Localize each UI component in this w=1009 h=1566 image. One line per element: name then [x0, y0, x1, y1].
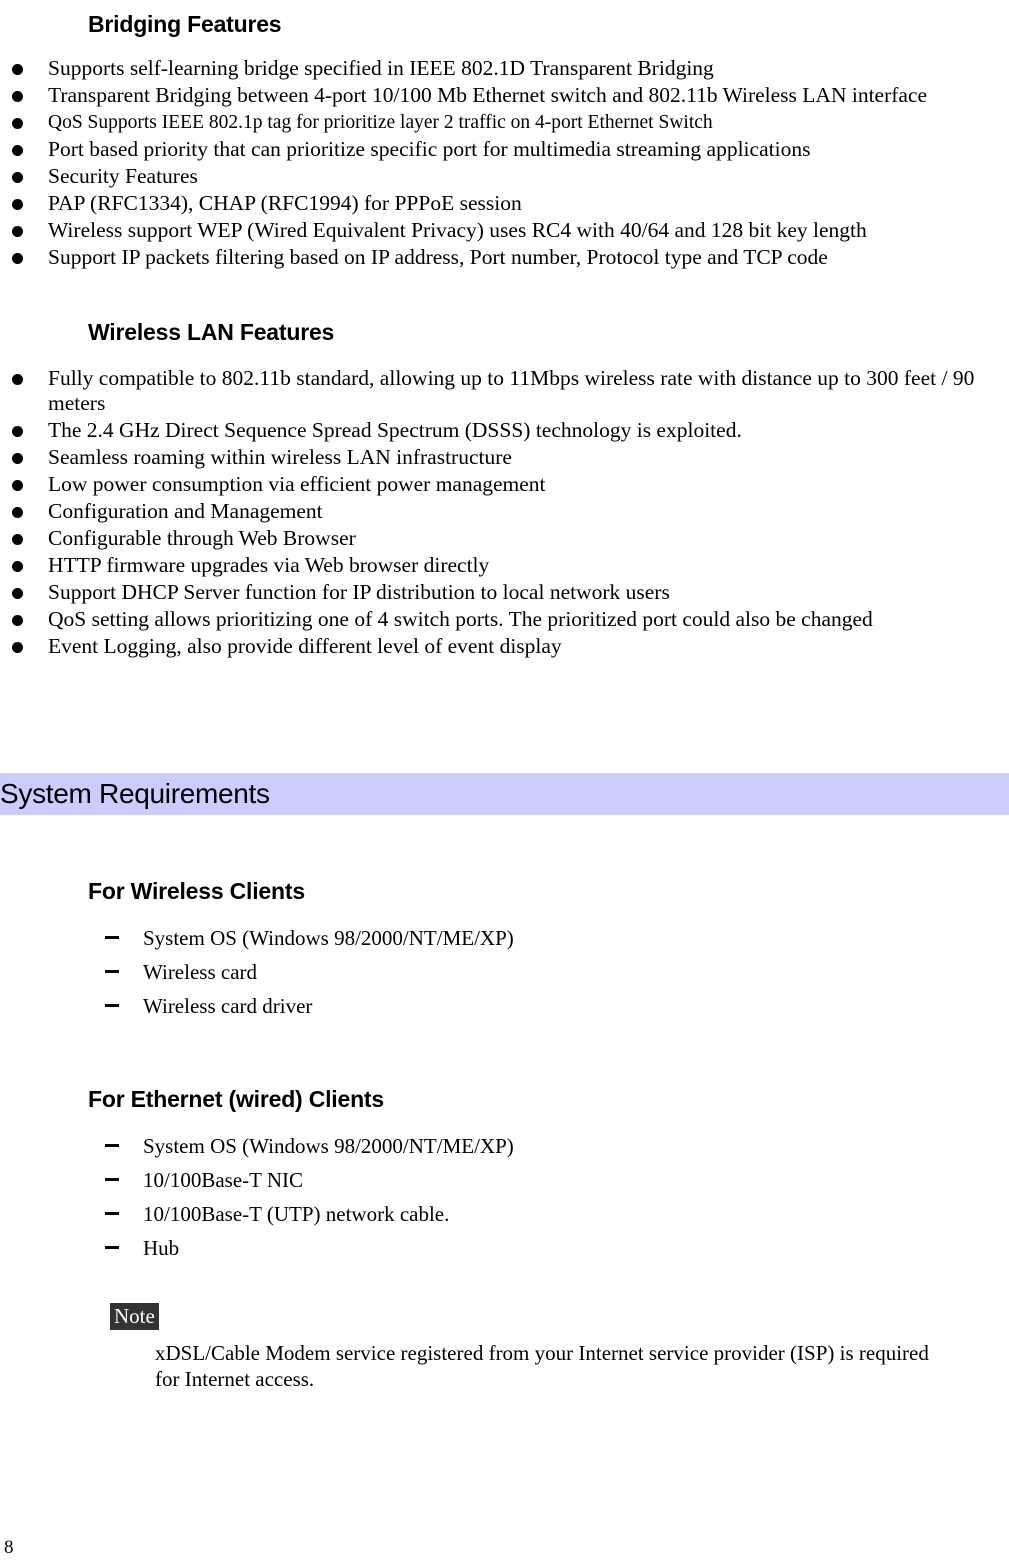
- ethernet-clients-requirements-list: System OS (Windows 98/2000/NT/ME/XP) 10/…: [0, 1131, 1009, 1263]
- list-item: Fully compatible to 802.11b standard, al…: [0, 366, 1009, 416]
- bullet-dot-icon: [12, 253, 23, 264]
- list-item: HTTP firmware upgrades via Web browser d…: [0, 553, 1009, 578]
- list-item: 10/100Base-T (UTP) network cable.: [0, 1199, 1009, 1229]
- bullet-dot-icon: [12, 615, 23, 626]
- list-item-text: 10/100Base-T NIC: [143, 1168, 304, 1192]
- list-item-text: Supports self-learning bridge specified …: [48, 56, 714, 80]
- spacer-after-bridging-heading: [0, 38, 1009, 56]
- bullet-dot-icon: [12, 172, 23, 183]
- bullet-dot-icon: [12, 588, 23, 599]
- note-body-text: xDSL/Cable Modem service registered from…: [155, 1341, 929, 1391]
- list-item-text: System OS (Windows 98/2000/NT/ME/XP): [143, 1134, 514, 1158]
- list-item: PAP (RFC1334), CHAP (RFC1994) for PPPoE …: [0, 191, 1009, 216]
- list-item: Event Logging, also provide different le…: [0, 634, 1009, 659]
- bullet-dot-icon: [12, 226, 23, 237]
- bullet-dot-icon: [12, 374, 23, 385]
- list-item-text: HTTP firmware upgrades via Web browser d…: [48, 553, 490, 577]
- bullet-dot-icon: [12, 561, 23, 572]
- dash-bullet-icon: [105, 1212, 119, 1215]
- list-item: Security Features: [0, 164, 1009, 189]
- bridging-features-heading: Bridging Features: [88, 11, 282, 37]
- bullet-dot-icon: [12, 64, 23, 75]
- list-item-text: Fully compatible to 802.11b standard, al…: [48, 366, 975, 415]
- list-item-text: QoS Supports IEEE 802.1p tag for priorit…: [48, 112, 713, 133]
- list-item: System OS (Windows 98/2000/NT/ME/XP): [0, 1131, 1009, 1161]
- spacer-after-banner: [0, 815, 1009, 877]
- list-item-text: Low power consumption via efficient powe…: [48, 472, 546, 496]
- list-item: Wireless card driver: [0, 991, 1009, 1021]
- list-item: Low power consumption via efficient powe…: [0, 472, 1009, 497]
- list-item: Wireless card: [0, 957, 1009, 987]
- dash-bullet-icon: [105, 1178, 119, 1181]
- bullet-dot-icon: [12, 426, 23, 437]
- bullet-dot-icon: [12, 507, 23, 518]
- spacer-top: [0, 0, 1009, 10]
- dash-bullet-icon: [105, 1144, 119, 1147]
- bullet-dot-icon: [12, 480, 23, 491]
- system-requirements-banner: System Requirements: [0, 773, 1009, 815]
- list-item: Transparent Bridging between 4-port 10/1…: [0, 83, 1009, 108]
- dash-bullet-icon: [105, 970, 119, 973]
- list-item-text: Event Logging, also provide different le…: [48, 634, 562, 658]
- document-page: Bridging Features Supports self-learning…: [0, 0, 1009, 1566]
- list-item: Hub: [0, 1233, 1009, 1263]
- spacer-after-wireless-clients-heading: [0, 905, 1009, 923]
- list-item-text: Support DHCP Server function for IP dist…: [48, 580, 670, 604]
- list-item-text: Wireless support WEP (Wired Equivalent P…: [48, 218, 867, 242]
- bullet-dot-icon: [12, 145, 23, 156]
- list-item: Supports self-learning bridge specified …: [0, 56, 1009, 81]
- spacer-after-ethernet-clients-heading: [0, 1113, 1009, 1131]
- list-item-text: Security Features: [48, 164, 198, 188]
- spacer-after-wireless-heading: [0, 346, 1009, 366]
- list-item-text: Configuration and Management: [48, 499, 323, 523]
- list-item-text: PAP (RFC1334), CHAP (RFC1994) for PPPoE …: [48, 191, 522, 215]
- dash-bullet-icon: [105, 936, 119, 939]
- list-item: Port based priority that can prioritize …: [0, 137, 1009, 162]
- list-item-text: Support IP packets filtering based on IP…: [48, 245, 828, 269]
- bullet-dot-icon: [12, 642, 23, 653]
- list-item: Seamless roaming within wireless LAN inf…: [0, 445, 1009, 470]
- wireless-lan-features-heading: Wireless LAN Features: [88, 319, 335, 345]
- list-item-text: Hub: [143, 1236, 180, 1260]
- bullet-dot-icon: [12, 534, 23, 545]
- list-item: Support DHCP Server function for IP dist…: [0, 580, 1009, 605]
- note-block: Note xDSL/Cable Modem service registered…: [0, 1303, 1009, 1392]
- spacer-before-note: [0, 1267, 1009, 1303]
- list-item-text: Wireless card driver: [143, 994, 313, 1018]
- list-item-text: The 2.4 GHz Direct Sequence Spread Spect…: [48, 418, 742, 442]
- list-item: Support IP packets filtering based on IP…: [0, 245, 1009, 270]
- for-ethernet-clients-heading: For Ethernet (wired) Clients: [88, 1086, 384, 1112]
- list-item-text: QoS setting allows prioritizing one of 4…: [48, 607, 873, 631]
- list-item: 10/100Base-T NIC: [0, 1165, 1009, 1195]
- list-item-text: Transparent Bridging between 4-port 10/1…: [48, 83, 928, 107]
- bullet-dot-icon: [12, 453, 23, 464]
- for-wireless-clients-heading: For Wireless Clients: [88, 878, 305, 904]
- list-item-text: System OS (Windows 98/2000/NT/ME/XP): [143, 926, 514, 950]
- wireless-clients-requirements-list: System OS (Windows 98/2000/NT/ME/XP) Wir…: [0, 923, 1009, 1021]
- list-item: The 2.4 GHz Direct Sequence Spread Spect…: [0, 418, 1009, 443]
- bullet-dot-icon: [12, 199, 23, 210]
- list-item-text: Wireless card: [143, 960, 258, 984]
- list-item-text: Port based priority that can prioritize …: [48, 137, 811, 161]
- list-item: System OS (Windows 98/2000/NT/ME/XP): [0, 923, 1009, 953]
- bullet-dot-icon: [12, 118, 23, 129]
- note-badge: Note: [110, 1303, 159, 1330]
- list-item-text: 10/100Base-T (UTP) network cable.: [143, 1202, 450, 1226]
- page-number: 8: [4, 1537, 14, 1558]
- bridging-features-list: Supports self-learning bridge specified …: [0, 56, 1009, 270]
- list-item: QoS setting allows prioritizing one of 4…: [0, 607, 1009, 632]
- spacer-before-ethernet-heading: [0, 1025, 1009, 1085]
- list-item-text: Seamless roaming within wireless LAN inf…: [48, 445, 512, 469]
- spacer-before-wireless-heading: [0, 272, 1009, 318]
- dash-bullet-icon: [105, 1004, 119, 1007]
- bullet-dot-icon: [12, 91, 23, 102]
- dash-bullet-icon: [105, 1246, 119, 1249]
- wireless-lan-features-list: Fully compatible to 802.11b standard, al…: [0, 366, 1009, 659]
- list-item-text: Configurable through Web Browser: [48, 526, 356, 550]
- spacer-before-banner: [0, 661, 1009, 773]
- list-item: QoS Supports IEEE 802.1p tag for priorit…: [0, 110, 1009, 135]
- list-item: Configurable through Web Browser: [0, 526, 1009, 551]
- list-item: Configuration and Management: [0, 499, 1009, 524]
- list-item: Wireless support WEP (Wired Equivalent P…: [0, 218, 1009, 243]
